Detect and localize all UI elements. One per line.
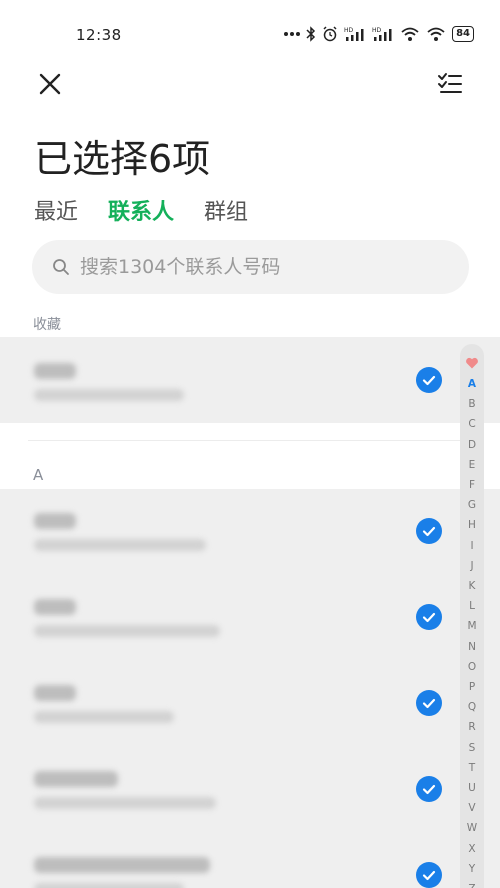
index-letter-f[interactable]: F	[460, 479, 484, 491]
page-title: 已选择6项	[34, 137, 211, 181]
contact-number	[34, 883, 184, 888]
index-letter-d[interactable]: D	[460, 439, 484, 451]
selected-check-icon[interactable]	[416, 862, 442, 888]
index-letter-u[interactable]: U	[460, 782, 484, 794]
index-letter-c[interactable]: C	[460, 418, 484, 430]
section-label-favorites: 收藏	[33, 317, 61, 333]
status-time: 12:38	[76, 26, 122, 44]
index-letter-g[interactable]: G	[460, 499, 484, 511]
contact-number	[34, 797, 216, 809]
contact-name	[34, 685, 76, 701]
index-letter-r[interactable]: R	[460, 721, 484, 733]
close-button[interactable]	[36, 70, 64, 98]
contact-list-a	[0, 489, 500, 888]
tab-contacts[interactable]: 联系人	[108, 194, 174, 226]
index-letter-l[interactable]: L	[460, 600, 484, 612]
svg-text:HD: HD	[372, 27, 382, 34]
selected-check-icon[interactable]	[416, 604, 442, 630]
dots-icon	[284, 32, 301, 36]
contact-number	[34, 389, 184, 401]
contact-number	[34, 539, 206, 551]
hd-signal-icon: HD	[344, 27, 364, 41]
checklist-icon	[438, 73, 462, 93]
index-letter-b[interactable]: B	[460, 398, 484, 410]
contact-row[interactable]	[0, 337, 500, 423]
index-letter-i[interactable]: I	[460, 540, 484, 552]
tab-bar: 最近 联系人 群组	[34, 194, 248, 226]
heart-icon[interactable]	[465, 356, 479, 370]
index-letter-a[interactable]: A	[460, 378, 484, 390]
table-row[interactable]	[0, 661, 500, 747]
bluetooth-icon	[306, 26, 316, 42]
index-letter-o[interactable]: O	[460, 661, 484, 673]
index-letter-p[interactable]: P	[460, 681, 484, 693]
contact-name	[34, 771, 118, 787]
contact-number	[34, 711, 174, 723]
index-letter-v[interactable]: V	[460, 802, 484, 814]
index-letter-x[interactable]: X	[460, 843, 484, 855]
status-icons: HD HD 84	[284, 26, 474, 42]
table-row[interactable]	[0, 575, 500, 661]
index-letter-k[interactable]: K	[460, 580, 484, 592]
divider	[28, 440, 472, 441]
index-letter-s[interactable]: S	[460, 742, 484, 754]
select-all-button[interactable]	[436, 70, 464, 98]
selected-check-icon[interactable]	[416, 518, 442, 544]
index-letter-z[interactable]: Z	[460, 883, 484, 888]
alphabet-index-bar[interactable]: ABCDEFGHIJKLMNOPQRSTUVWXY Z	[460, 344, 484, 888]
table-row[interactable]	[0, 747, 500, 833]
svg-text:HD: HD	[344, 27, 354, 34]
search-icon	[53, 259, 69, 275]
search-box[interactable]	[32, 240, 469, 294]
index-letter-y[interactable]: Y	[460, 863, 484, 875]
selected-check-icon[interactable]	[416, 776, 442, 802]
index-letter-q[interactable]: Q	[460, 701, 484, 713]
index-letter-n[interactable]: N	[460, 641, 484, 653]
index-letter-m[interactable]: M	[460, 620, 484, 632]
wifi-icon	[427, 27, 445, 41]
status-bar: 12:38 HD HD 84	[0, 0, 500, 60]
toolbar	[0, 62, 500, 106]
index-letter-h[interactable]: H	[460, 519, 484, 531]
selected-check-icon[interactable]	[416, 690, 442, 716]
tab-groups[interactable]: 群组	[204, 194, 248, 226]
index-letter-t[interactable]: T	[460, 762, 484, 774]
search-input[interactable]	[80, 256, 440, 278]
table-row[interactable]	[0, 833, 500, 888]
hd-signal-icon: HD	[372, 27, 392, 41]
contact-name	[34, 363, 76, 379]
index-letter-j[interactable]: J	[460, 560, 484, 572]
contact-name	[34, 857, 210, 873]
close-icon	[39, 73, 61, 95]
contact-number	[34, 625, 220, 637]
selected-check-icon[interactable]	[416, 367, 442, 393]
section-label-a: A	[33, 466, 44, 484]
wifi-icon	[401, 27, 419, 41]
contact-name	[34, 513, 76, 529]
battery-indicator: 84	[452, 26, 474, 42]
index-letter-e[interactable]: E	[460, 459, 484, 471]
contact-name	[34, 599, 76, 615]
index-letter-w[interactable]: W	[460, 822, 484, 834]
tab-recent[interactable]: 最近	[34, 194, 78, 226]
alarm-icon	[323, 26, 337, 42]
table-row[interactable]	[0, 489, 500, 575]
